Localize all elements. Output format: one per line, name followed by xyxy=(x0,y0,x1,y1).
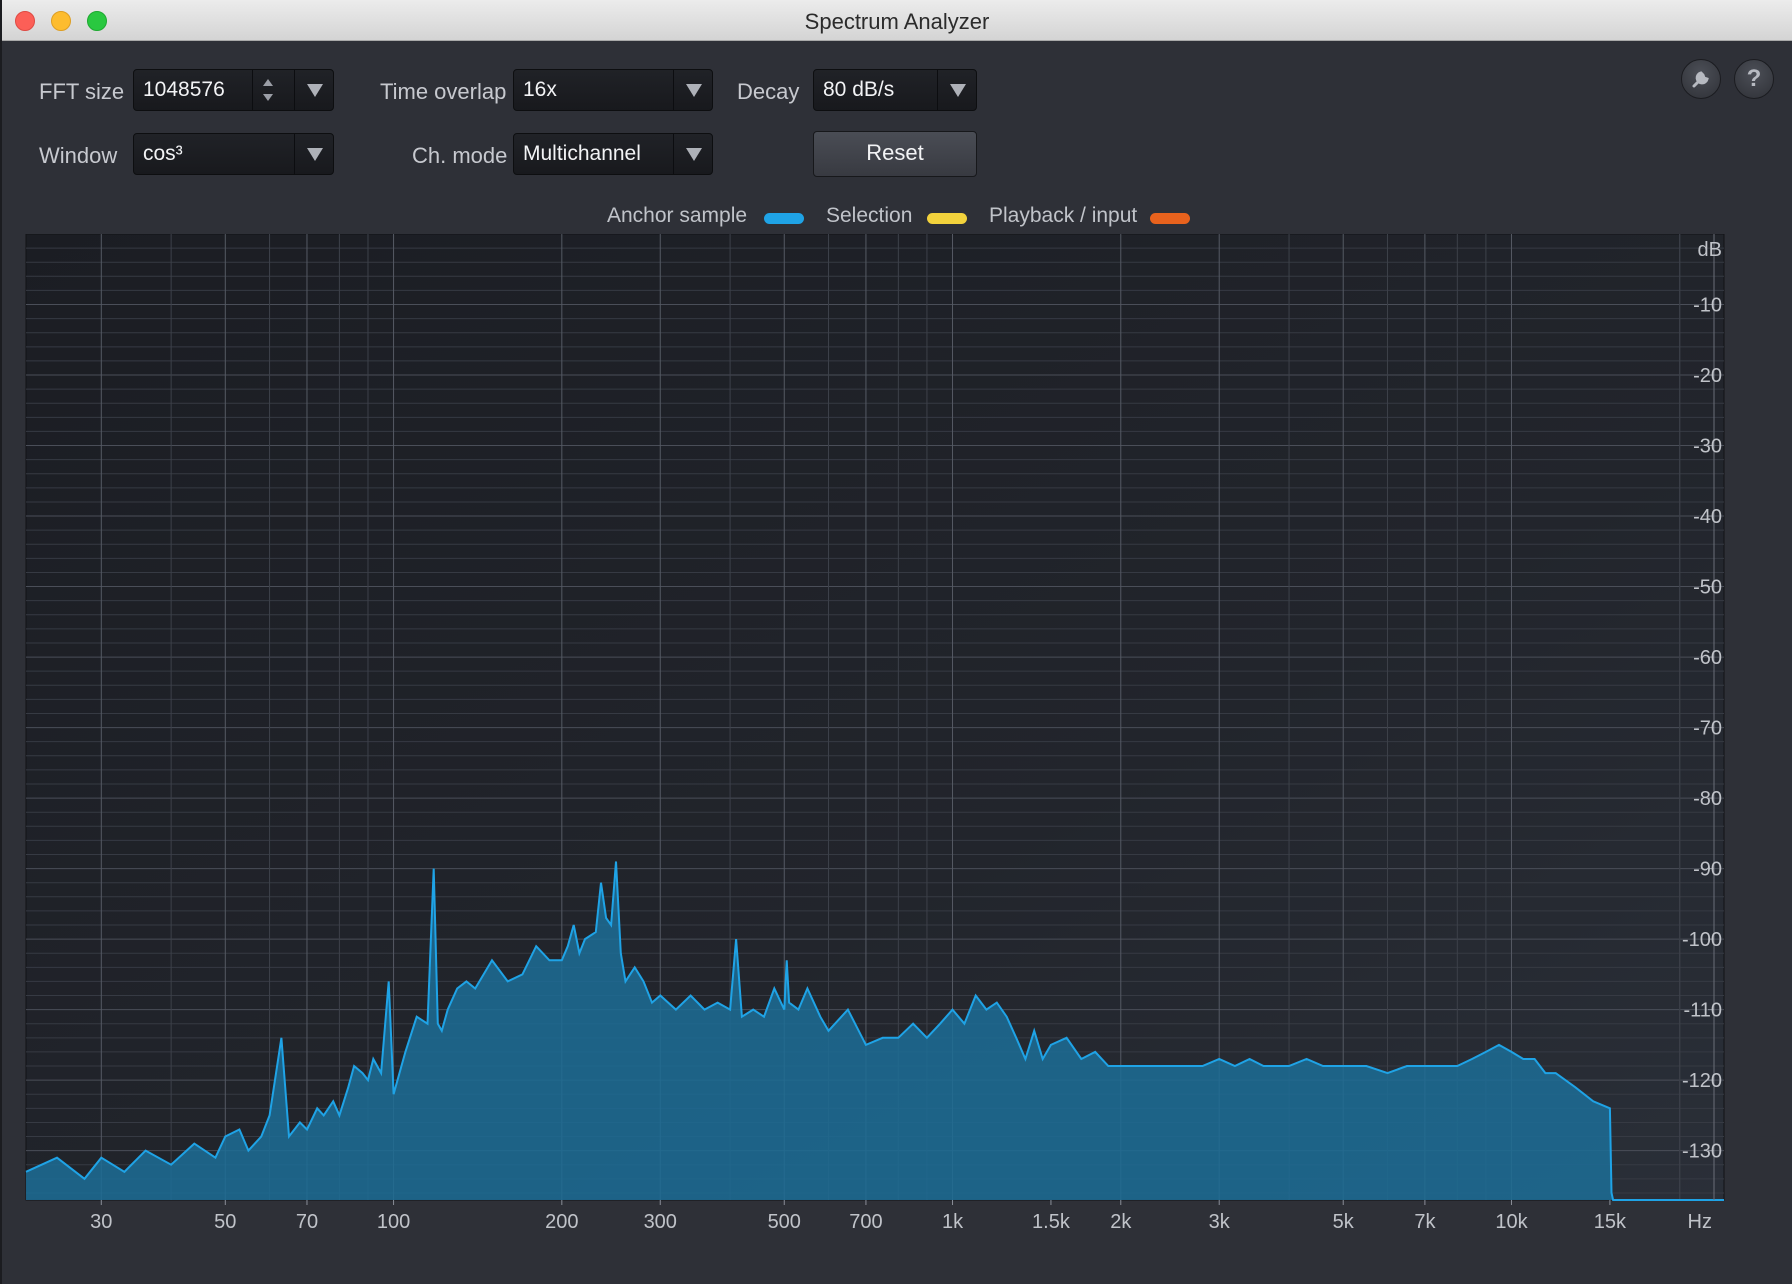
legend-anchor-swatch xyxy=(764,213,804,224)
hz-tick-label: 300 xyxy=(644,1211,677,1232)
hz-tick-label: 1.5k xyxy=(1032,1211,1071,1232)
decay-select[interactable]: 80 dB/s xyxy=(813,69,977,111)
db-tick-label: -30 xyxy=(1693,436,1722,458)
hz-tick-label: 2k xyxy=(1110,1211,1132,1232)
wrench-icon xyxy=(1692,71,1709,88)
chevron-down-icon xyxy=(950,83,966,97)
time-overlap-value: 16x xyxy=(523,78,557,101)
hz-tick-label: 50 xyxy=(214,1211,236,1232)
legend-anchor-sample: Anchor sample xyxy=(607,204,748,227)
db-tick-label: -40 xyxy=(1693,506,1722,528)
legend-playback-input: Playback / input xyxy=(989,204,1138,227)
spectrum-chart[interactable]: dB -10 -20 -30 -40 -50 -60 -70 -80 -90 -100 -110 -12… xyxy=(24,234,1728,1232)
hz-unit-label: Hz xyxy=(1688,1211,1712,1232)
help-button[interactable]: ? xyxy=(1734,59,1774,99)
hz-tick-label: 15k xyxy=(1594,1211,1627,1232)
hz-tick-label: 200 xyxy=(545,1211,578,1232)
db-tick-label: -130 xyxy=(1682,1141,1722,1163)
db-unit-label: dB xyxy=(1698,239,1722,261)
chevron-down-icon xyxy=(307,147,323,161)
decay-dropdown-button[interactable] xyxy=(939,70,977,110)
channel-mode-value: Multichannel xyxy=(523,142,641,165)
chevron-down-icon xyxy=(686,83,702,97)
title-bar[interactable]: Spectrum Analyzer xyxy=(2,0,1792,41)
hz-tick-label: 1k xyxy=(942,1211,964,1232)
db-tick-label: -80 xyxy=(1693,788,1722,810)
chevron-down-icon xyxy=(307,83,323,97)
window-function-dropdown-button[interactable] xyxy=(296,134,334,174)
db-tick-label: -110 xyxy=(1683,1000,1722,1022)
time-overlap-dropdown-button[interactable] xyxy=(675,70,713,110)
window-function-value: cos³ xyxy=(143,142,183,165)
db-tick-label: -90 xyxy=(1693,859,1722,881)
channel-mode-label: Ch. mode xyxy=(412,143,508,168)
fft-size-value: 1048576 xyxy=(143,78,225,101)
channel-mode-dropdown-button[interactable] xyxy=(675,134,713,174)
window-title: Spectrum Analyzer xyxy=(804,9,990,34)
window-function-select[interactable]: cos³ xyxy=(133,133,334,175)
stepper-up-icon[interactable] xyxy=(263,79,273,86)
db-tick-label: -100 xyxy=(1682,929,1722,951)
hz-tick-label: 10k xyxy=(1495,1211,1528,1232)
hz-tick-label: 3k xyxy=(1209,1211,1231,1232)
legend-selection-swatch xyxy=(927,213,967,224)
stepper-down-icon[interactable] xyxy=(263,94,273,101)
settings-button[interactable] xyxy=(1681,59,1721,99)
fft-size-stepper[interactable] xyxy=(254,70,282,110)
chevron-down-icon xyxy=(686,147,702,161)
hz-tick-label: 100 xyxy=(377,1211,410,1232)
fft-size-label: FFT size xyxy=(39,79,125,104)
spectrum-plot[interactable]: dB -10 -20 -30 -40 -50 -60 -70 -80 -90 -100 -110 -12… xyxy=(24,234,1728,1232)
fft-size-dropdown-button[interactable] xyxy=(296,70,334,110)
hz-tick-label: 500 xyxy=(768,1211,801,1232)
legend-selection: Selection xyxy=(826,204,913,227)
fft-size-field[interactable]: 1048576 xyxy=(133,69,334,111)
reset-button[interactable]: Reset xyxy=(813,131,977,177)
hz-tick-label: 70 xyxy=(296,1211,318,1232)
db-tick-label: -20 xyxy=(1693,365,1722,387)
db-tick-label: -120 xyxy=(1682,1070,1722,1092)
window-function-label: Window xyxy=(39,143,118,168)
db-tick-label: -70 xyxy=(1693,718,1722,740)
hz-tick-label: 5k xyxy=(1333,1211,1355,1232)
spectrum-analyzer-window: Spectrum Analyzer FFT size 1048576 Time … xyxy=(2,0,1792,1284)
decay-label: Decay xyxy=(737,79,800,104)
db-tick-label: -50 xyxy=(1693,577,1722,599)
legend-playback-swatch xyxy=(1150,213,1190,224)
db-tick-label: -10 xyxy=(1693,295,1722,317)
hz-tick-label: 30 xyxy=(90,1211,112,1232)
hz-tick-label: 700 xyxy=(849,1211,882,1232)
decay-value: 80 dB/s xyxy=(823,78,895,101)
time-overlap-label: Time overlap xyxy=(380,79,507,104)
db-tick-label: -60 xyxy=(1693,647,1722,669)
time-overlap-select[interactable]: 16x xyxy=(513,69,713,111)
hz-tick-label: 7k xyxy=(1414,1211,1436,1232)
channel-mode-select[interactable]: Multichannel xyxy=(513,133,713,175)
